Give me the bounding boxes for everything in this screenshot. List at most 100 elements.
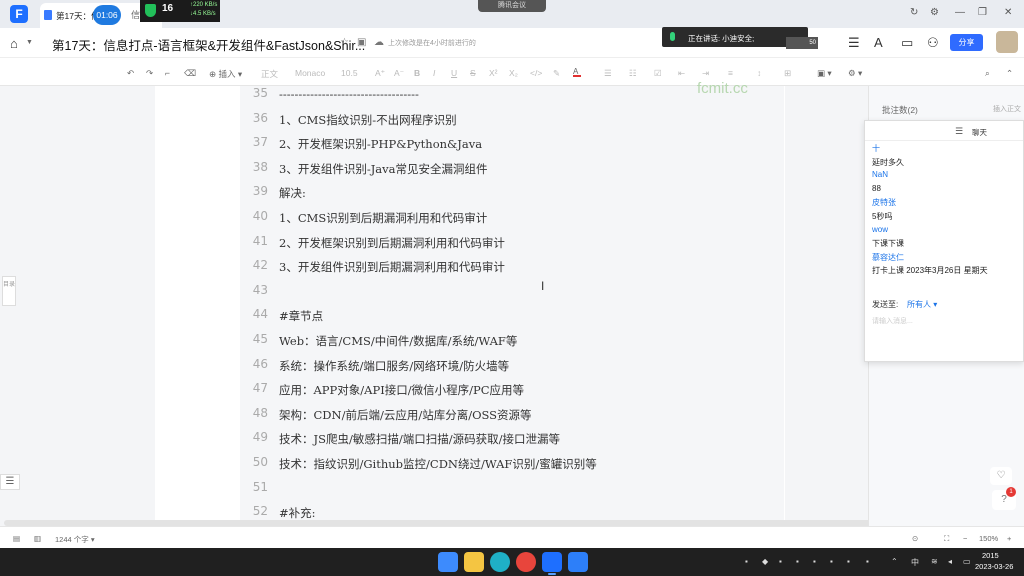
- superscript-icon[interactable]: X²: [489, 68, 498, 78]
- code-line[interactable]: 36 1、CMS指纹识别-不出网程序识别: [240, 111, 780, 135]
- highlight-icon[interactable]: ✎: [553, 68, 560, 79]
- code-line[interactable]: 46 系统：操作系统/端口服务/网络环境/防火墙等: [240, 357, 780, 381]
- meeting-timer[interactable]: 01:06: [93, 5, 121, 25]
- code-icon[interactable]: </>: [530, 68, 542, 78]
- underline-icon[interactable]: U: [451, 68, 457, 78]
- tray-shield-icon[interactable]: ◆: [762, 557, 768, 566]
- align-icon[interactable]: ≡: [728, 68, 733, 78]
- tray-app-icon[interactable]: ▪: [779, 557, 782, 566]
- code-line[interactable]: 42 3、开发组件识别到后期漏洞利用和代码审计: [240, 258, 780, 282]
- tray-icon[interactable]: ▪: [745, 557, 748, 566]
- close-icon[interactable]: ✕: [1004, 7, 1012, 18]
- bullet-list-icon[interactable]: ☰: [604, 68, 612, 79]
- insert-button[interactable]: ⊕ 插入 ▾: [209, 68, 242, 80]
- avatar[interactable]: [996, 31, 1018, 53]
- page-view-icon[interactable]: ▥: [34, 534, 41, 543]
- code-line[interactable]: 49 技术：JS爬虫/敏感扫描/端口扫描/源码获取/接口泄漏等: [240, 430, 780, 454]
- zoom-level[interactable]: 150%: [979, 534, 998, 543]
- insert-block-icon[interactable]: ▣ ▾: [817, 68, 832, 79]
- clock-date[interactable]: 2023-03-26: [975, 562, 1013, 571]
- wifi-icon[interactable]: ≋: [931, 557, 938, 566]
- increase-font-icon[interactable]: A⁺: [375, 68, 385, 79]
- redo-icon[interactable]: ↷: [146, 68, 153, 79]
- tray-app-icon[interactable]: ▪: [796, 557, 799, 566]
- tray-app-icon[interactable]: ▪: [866, 557, 869, 566]
- code-line[interactable]: 47 应用：APP对象/API接口/微信小程序/PC应用等: [240, 381, 780, 405]
- home-icon[interactable]: ⌂: [10, 36, 18, 51]
- meeting-badge[interactable]: 腾讯会议: [478, 0, 546, 12]
- strikethrough-icon[interactable]: S: [470, 68, 476, 78]
- code-line[interactable]: 51: [240, 480, 780, 504]
- checklist-icon[interactable]: ☑: [654, 68, 662, 79]
- word-count[interactable]: 1244 个字 ▾: [55, 534, 95, 545]
- chevron-up-icon[interactable]: ⌃: [891, 557, 898, 566]
- code-line[interactable]: 43: [240, 283, 780, 307]
- paragraph-style-select[interactable]: 正文: [261, 68, 278, 80]
- code-line[interactable]: 40 1、CMS识别到后期漏洞利用和代码审计: [240, 209, 780, 233]
- file-explorer-icon[interactable]: [464, 552, 484, 572]
- edge-icon[interactable]: [490, 552, 510, 572]
- zoom-out-icon[interactable]: −: [963, 534, 967, 543]
- chat-input[interactable]: 请输入消息...: [872, 316, 913, 326]
- send-to-select[interactable]: 所有人 ▾: [907, 299, 937, 310]
- text-format-icon[interactable]: A: [874, 35, 883, 50]
- subscript-icon[interactable]: X₂: [509, 68, 518, 78]
- table-icon[interactable]: ⊞: [784, 68, 791, 79]
- font-size-select[interactable]: 10.5: [341, 68, 358, 78]
- code-line[interactable]: 48 架构：CDN/前后端/云应用/站库分离/OSS资源等: [240, 406, 780, 430]
- chevron-down-icon[interactable]: ▼: [26, 39, 33, 46]
- folder-icon[interactable]: ▣: [357, 37, 366, 48]
- bold-icon[interactable]: B: [414, 68, 420, 78]
- battery-icon[interactable]: ▭: [963, 557, 971, 566]
- font-color-icon[interactable]: A: [573, 68, 581, 77]
- meeting-app-icon[interactable]: [568, 552, 588, 572]
- maximize-icon[interactable]: ❐: [978, 7, 987, 18]
- sidebar-toggle-icon[interactable]: ▤: [13, 534, 20, 543]
- page-title[interactable]: 第17天：信息打点-语言框架&开发组件&FastJson&Shir...: [52, 35, 365, 54]
- chrome-icon[interactable]: [516, 552, 536, 572]
- format-painter-icon[interactable]: ⌐: [165, 68, 170, 78]
- outline-tab[interactable]: 目录: [2, 276, 16, 306]
- tray-app-icon[interactable]: ▪: [813, 557, 816, 566]
- line-spacing-icon[interactable]: ↕: [757, 68, 761, 78]
- numbered-list-icon[interactable]: ☷: [629, 68, 637, 79]
- indent-icon[interactable]: ⇥: [702, 68, 709, 79]
- feedback-icon[interactable]: ♡: [990, 467, 1012, 485]
- font-family-select[interactable]: Monaco: [295, 68, 325, 78]
- app-logo-icon[interactable]: F: [10, 5, 28, 23]
- outline-list-icon[interactable]: ☰: [0, 474, 20, 490]
- tray-app-icon[interactable]: ▪: [847, 557, 850, 566]
- clock-time[interactable]: 2015: [982, 551, 999, 560]
- code-line[interactable]: 44 #章节点: [240, 307, 780, 331]
- volume-icon[interactable]: ◂: [948, 557, 952, 566]
- chat-menu-icon[interactable]: ☰: [955, 126, 963, 137]
- code-line[interactable]: 37 2、开发框架识别-PHP&Python&Java: [240, 135, 780, 159]
- add-user-icon[interactable]: ⚇: [927, 35, 939, 51]
- italic-icon[interactable]: I: [433, 68, 435, 78]
- code-line[interactable]: 38 3、开发组件识别-Java常见安全漏洞组件: [240, 160, 780, 184]
- tray-app-icon[interactable]: ▪: [830, 557, 833, 566]
- fullscreen-icon[interactable]: ⛶: [944, 534, 949, 544]
- minimize-icon[interactable]: —: [955, 7, 965, 18]
- insert-comment-link[interactable]: 插入正文: [993, 104, 1021, 114]
- code-line[interactable]: 39 解决:: [240, 184, 780, 208]
- decrease-font-icon[interactable]: A⁻: [394, 68, 404, 79]
- search-icon[interactable]: ⌕: [985, 68, 990, 79]
- share-button[interactable]: 分享: [950, 34, 983, 51]
- docs-app-icon[interactable]: [542, 552, 562, 572]
- input-language[interactable]: 中: [911, 557, 919, 568]
- settings-icon[interactable]: ⚙: [930, 7, 939, 18]
- collaborator-count[interactable]: 50: [786, 37, 818, 49]
- menu-icon[interactable]: ☰: [848, 35, 860, 51]
- more-icon[interactable]: ⚙ ▾: [848, 68, 862, 79]
- code-line[interactable]: 45 Web：语言/CMS/中间件/数据库/系统/WAF等: [240, 332, 780, 356]
- collapse-icon[interactable]: ⌃: [1006, 68, 1013, 79]
- zoom-in-icon[interactable]: +: [1007, 534, 1011, 543]
- present-icon[interactable]: ▭: [901, 35, 913, 51]
- outdent-icon[interactable]: ⇤: [678, 68, 685, 79]
- undo-icon[interactable]: ↶: [127, 68, 134, 79]
- code-line[interactable]: 50 技术：指纹识别/Github监控/CDN绕过/WAF识别/蜜罐识别等: [240, 455, 780, 479]
- refresh-icon[interactable]: ↻: [910, 7, 918, 18]
- target-icon[interactable]: ⊙: [912, 534, 918, 543]
- windows-start-icon[interactable]: [438, 552, 458, 572]
